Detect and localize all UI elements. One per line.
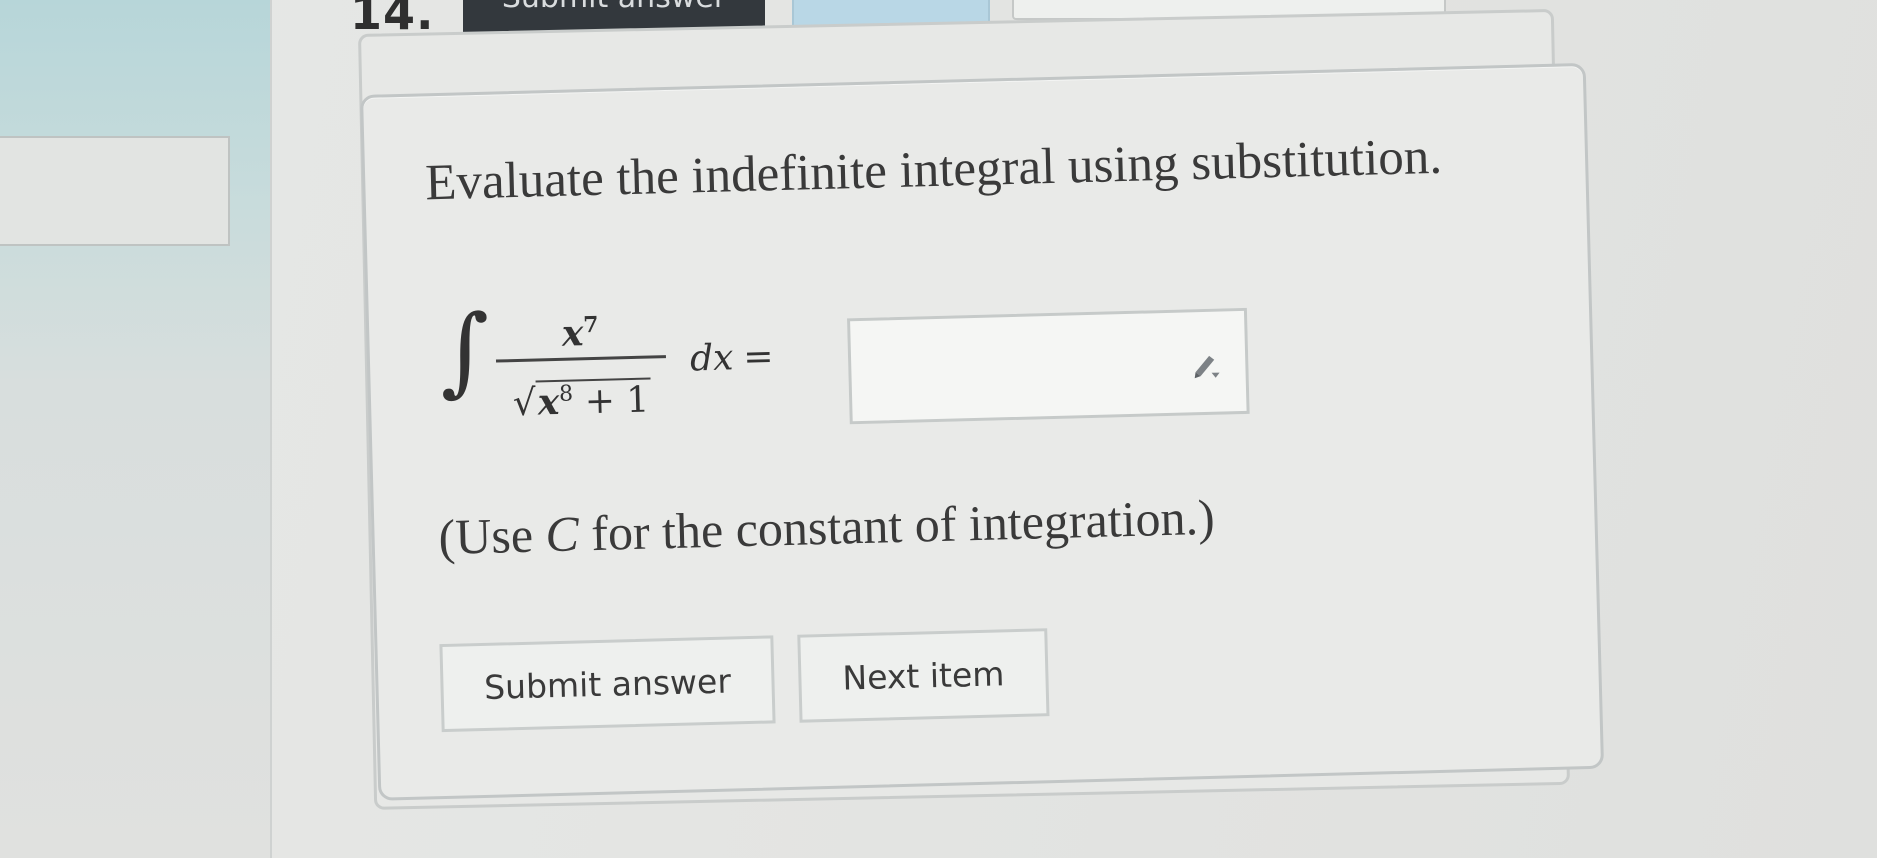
fraction: x7 √x8 + 1 (494, 295, 667, 424)
fraction-numerator: x7 (494, 295, 665, 355)
submit-answer-label: Submit answer (483, 661, 732, 707)
top-submit-label: Submit answer (502, 0, 726, 15)
answer-input[interactable] (847, 307, 1250, 425)
question-prompt: Evaluate the indefinite integral using s… (424, 128, 1443, 212)
integral-expression: ∫ x7 √x8 + 1 dx = (438, 280, 1250, 441)
note-constant: C (544, 505, 580, 563)
denominator-exponent: 8 (558, 381, 574, 407)
next-item-label: Next item (841, 653, 1005, 698)
numerator-base: x (561, 312, 584, 355)
submit-answer-button[interactable]: Submit answer (439, 635, 776, 733)
sidebar-box (0, 136, 230, 246)
constant-note: (Use C for the constant of integration.) (438, 488, 1215, 566)
next-item-button[interactable]: Next item (797, 628, 1050, 723)
question-panel: Evaluate the indefinite integral using s… (360, 62, 1605, 801)
sqrt-symbol: √ (512, 382, 537, 425)
note-prefix: (Use (437, 506, 547, 566)
radicand: x8 + 1 (535, 377, 652, 424)
differential: dx = (689, 336, 774, 379)
note-suffix: for the constant of integration.) (578, 488, 1216, 562)
left-sidebar (0, 0, 272, 858)
page: 14. Submit answer Evaluate the indefinit… (0, 0, 1877, 858)
denominator-base: x (537, 380, 560, 424)
fraction-bar (495, 355, 666, 363)
pencil-icon[interactable] (1191, 350, 1222, 381)
numerator-exponent: 7 (582, 311, 599, 339)
differential-text: dx (689, 337, 734, 380)
denominator-rest: + 1 (572, 379, 650, 423)
integral-sign: ∫ (438, 293, 492, 407)
equals-sign: = (742, 336, 775, 379)
fraction-denominator: √x8 + 1 (496, 364, 667, 424)
